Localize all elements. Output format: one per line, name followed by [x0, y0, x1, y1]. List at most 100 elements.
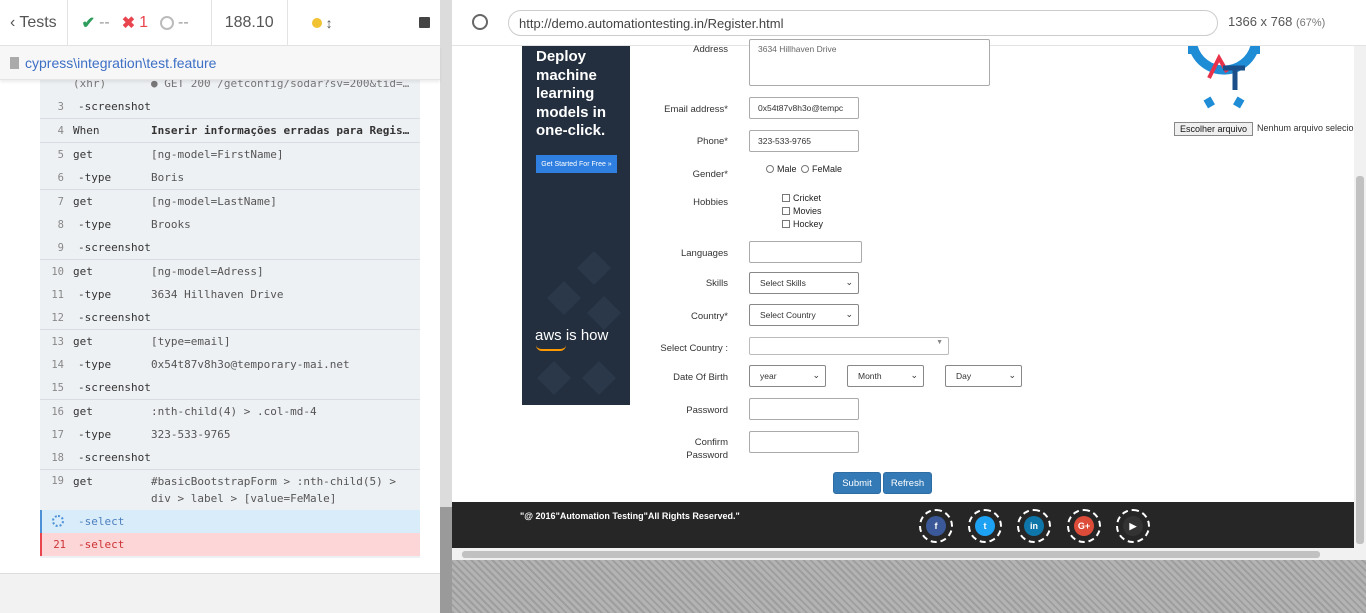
country-select[interactable]: Select Country ⌄ [749, 304, 859, 326]
command-row[interactable]: 13 get [type=email] [0, 330, 440, 353]
runner-header: ‹ Tests ✔ -- ✖ 1 -- 188.10 ↕ [0, 0, 440, 46]
choose-file-button[interactable]: Escolher arquivo [1174, 122, 1254, 136]
stop-button[interactable] [419, 17, 430, 28]
selector-playground-icon[interactable] [472, 14, 488, 30]
no-file-label: Nenhum arquivo selecionado [1257, 123, 1366, 133]
checkbox-icon [782, 194, 790, 202]
languages-label: Languages [680, 248, 728, 259]
radio-icon [801, 165, 809, 173]
hobby-hockey-checkbox[interactable]: Hockey [782, 219, 823, 229]
url-field[interactable]: http://demo.automationtesting.in/Registe… [508, 10, 1218, 36]
linkedin-icon: in [1024, 516, 1044, 536]
command-row-pending[interactable]: -select [40, 510, 420, 533]
stats-bar: ✔ -- ✖ 1 -- [68, 0, 212, 46]
email-field[interactable]: 0x54t87v8h3o@tempc [749, 97, 859, 119]
confirm-label-line1: Confirm [694, 437, 728, 448]
command-row[interactable]: 11 -type 3634 Hillhaven Drive [0, 283, 440, 306]
gender-male-radio[interactable]: Male [766, 164, 797, 174]
googleplus-link[interactable]: G+ [1067, 509, 1101, 543]
select-country-label: Select Country : [660, 343, 728, 354]
aws-smile-icon [536, 345, 566, 351]
command-row[interactable]: 14 -type 0x54t87v8h3o@temporary-mai.net [0, 353, 440, 376]
check-icon: ✔ [81, 14, 96, 32]
automation-testing-logo [1185, 44, 1263, 112]
twitter-link[interactable]: t [968, 509, 1002, 543]
select-country-combobox[interactable]: ▼ [749, 337, 949, 355]
command-row[interactable]: 8 -type Brooks [0, 213, 440, 236]
checkbox-icon [782, 207, 790, 215]
command-row[interactable]: 15 -screenshot [0, 376, 440, 399]
chevron-down-icon: ⌄ [1008, 370, 1016, 380]
phone-field[interactable]: 323-533-9765 [749, 130, 859, 152]
country-label: Country* [691, 311, 728, 322]
languages-field[interactable] [749, 241, 862, 263]
command-row-failed[interactable]: 21 -select [40, 533, 420, 556]
radio-icon [766, 165, 774, 173]
pending-count[interactable]: -- [160, 14, 189, 32]
aws-logo: aws is how [535, 327, 609, 344]
command-row[interactable]: 10 get [ng-model=Adress] [0, 260, 440, 283]
tests-back-button[interactable]: ‹ Tests [0, 0, 68, 46]
command-log-scrollbar-thumb[interactable] [440, 507, 452, 613]
command-row[interactable]: 19 get #basicBootstrapForm > :nth-child(… [0, 470, 440, 510]
hobby-cricket-checkbox[interactable]: Cricket [782, 193, 821, 203]
chevron-down-icon: ⌄ [845, 277, 853, 287]
linkedin-link[interactable]: in [1017, 509, 1051, 543]
gender-female-radio[interactable]: FeMale [801, 164, 842, 174]
site-footer [452, 502, 1354, 548]
viewport-overflow-area [452, 560, 1366, 613]
running-dot-icon [311, 17, 322, 28]
command-row[interactable]: 17 -type 323-533-9765 [0, 423, 440, 446]
checkbox-icon [782, 220, 790, 228]
passed-count[interactable]: ✔ -- [82, 13, 110, 33]
twitter-icon: t [975, 516, 995, 536]
chevron-down-icon: ⌄ [812, 370, 820, 380]
command-row[interactable]: 4 When Inserir informações erradas para … [0, 119, 440, 142]
x-icon: ✖ [121, 14, 136, 32]
pending-circle-icon [160, 15, 175, 30]
password-field[interactable] [749, 398, 859, 420]
ad-cta-button[interactable]: Get Started For Free » [536, 155, 617, 173]
confirm-password-field[interactable] [749, 431, 859, 453]
command-row[interactable]: 6 -type Boris [0, 166, 440, 189]
chevron-left-icon: ‹ [10, 13, 16, 31]
hobby-movies-checkbox[interactable]: Movies [782, 206, 822, 216]
runner-footer [0, 573, 440, 613]
caret-down-icon: ▼ [936, 339, 943, 346]
failed-count[interactable]: ✖ 1 [122, 13, 148, 33]
spec-path: cypress\integration\test.feature [25, 54, 217, 71]
address-textarea[interactable]: 3634 Hillhaven Drive [749, 39, 990, 86]
command-row[interactable]: 9 -screenshot [0, 236, 440, 259]
facebook-link[interactable]: f [919, 509, 953, 543]
submit-button[interactable]: Submit [833, 472, 881, 494]
chevron-down-icon: ⌄ [845, 309, 853, 319]
skills-select[interactable]: Select Skills ⌄ [749, 272, 859, 294]
password-label: Password [686, 405, 728, 416]
duration: 188.10 [212, 0, 288, 46]
command-row[interactable]: 5 get [ng-model=FirstName] [0, 143, 440, 166]
aut-horizontal-scrollbar-thumb[interactable] [462, 551, 1320, 558]
command-row[interactable]: 7 get [ng-model=LastName] [0, 190, 440, 213]
youtube-icon: ▶ [1123, 516, 1143, 536]
command-row[interactable]: 3 -screenshot [0, 95, 440, 118]
email-label: Email address* [664, 104, 728, 115]
tests-label: Tests [19, 13, 57, 31]
dob-month-select[interactable]: Month ⌄ [847, 365, 924, 387]
dob-label: Date Of Birth [673, 372, 728, 383]
dob-year-select[interactable]: year ⌄ [749, 365, 826, 387]
address-label: Address [693, 44, 728, 55]
auto-scroll-toggle[interactable]: ↕ [288, 0, 343, 46]
command-row[interactable]: 18 -screenshot [0, 446, 440, 469]
gender-label: Gender* [692, 169, 728, 180]
skills-label: Skills [705, 278, 728, 289]
chevron-down-icon: ⌄ [910, 370, 918, 380]
spec-file-bar[interactable]: cypress\integration\test.feature [0, 46, 440, 80]
ad-title: Deploy machine learning models in one-cl… [536, 48, 607, 139]
command-row[interactable]: 16 get :nth-child(4) > .col-md-4 [0, 400, 440, 423]
dob-day-select[interactable]: Day ⌄ [945, 365, 1022, 387]
youtube-link[interactable]: ▶ [1116, 509, 1150, 543]
aut-vertical-scrollbar-thumb[interactable] [1356, 176, 1364, 544]
phone-label: Phone* [696, 136, 728, 147]
command-row[interactable]: 12 -screenshot [0, 306, 440, 329]
refresh-button[interactable]: Refresh [883, 472, 932, 494]
